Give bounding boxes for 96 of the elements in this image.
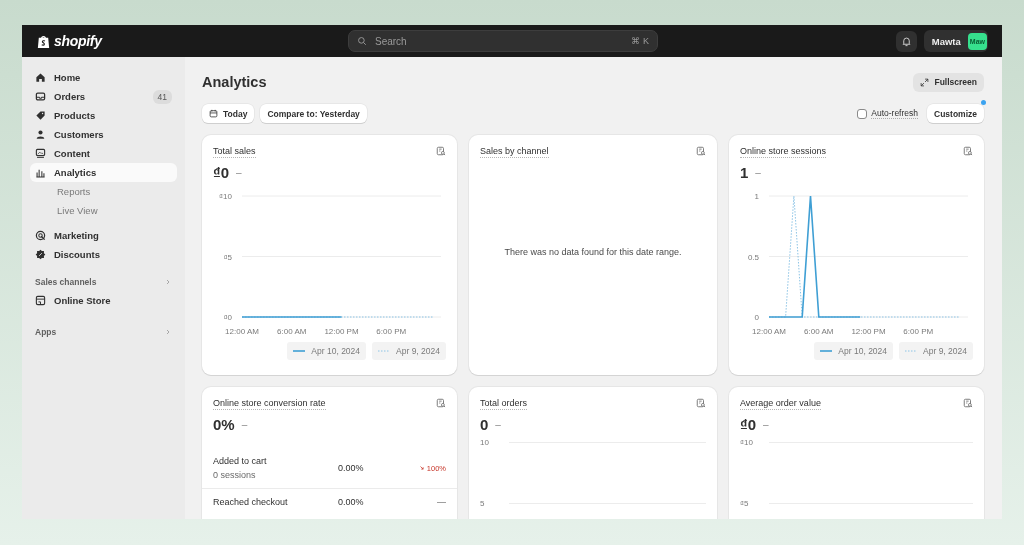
inbox-icon: [35, 91, 46, 102]
legend-item: Apr 9, 2024: [372, 342, 446, 360]
nav-item[interactable]: Discounts: [30, 245, 177, 264]
nav-item[interactable]: Customers: [30, 125, 177, 144]
nav-item[interactable]: Products: [30, 106, 177, 125]
axis-tick-label: 5: [480, 499, 486, 508]
report-search-icon: [436, 398, 446, 408]
metric-change: –: [241, 418, 248, 430]
line-icon: [293, 349, 306, 353]
home-icon: [35, 72, 46, 83]
report-search-icon: [963, 398, 973, 408]
report-search-icon: [963, 146, 973, 156]
axis-tick-label: ₫10: [219, 192, 232, 201]
axis-tick-label: 6:00 AM: [277, 327, 307, 336]
nav-item[interactable]: Marketing: [30, 226, 177, 245]
card-title: Sales by channel: [480, 146, 549, 158]
page-title: Analytics: [202, 74, 267, 90]
nav-item[interactable]: Analytics: [30, 163, 177, 182]
axis-tick-label: 12:00 PM: [324, 327, 359, 336]
discount-badge-icon: [35, 249, 46, 260]
keyboard-shortcut: ⌘ K: [631, 36, 649, 46]
legend-item: Apr 9, 2024: [899, 342, 973, 360]
metric-value: 0: [480, 415, 489, 433]
compare-button[interactable]: Compare to: Yesterday: [260, 104, 367, 123]
axis-tick-label: 6:00 PM: [903, 327, 934, 336]
line-icon: [820, 349, 833, 353]
nav-item[interactable]: Content: [30, 144, 177, 163]
metric-change: –: [495, 418, 501, 430]
trend-down-icon: [418, 465, 425, 471]
nav-item[interactable]: Online Store: [30, 291, 177, 310]
axis-tick-label: ₫0: [223, 313, 232, 322]
axis-tick-label: 12:00 AM: [752, 327, 786, 336]
metric-change: –: [763, 418, 769, 430]
legend-item: Apr 10, 2024: [287, 342, 367, 360]
axis-tick-label: 10: [480, 438, 490, 447]
nav-item[interactable]: Home: [30, 68, 177, 87]
card-title: Total sales: [213, 146, 256, 158]
empty-state-message: There was no data found for this date range.: [503, 246, 683, 259]
fullscreen-button[interactable]: Fullscreen: [913, 72, 984, 92]
axis-tick-label: 1: [754, 192, 759, 201]
card-title: Total orders: [480, 398, 528, 410]
date-range-button[interactable]: Today: [202, 104, 255, 123]
count-badge: 41: [152, 89, 172, 104]
search-input[interactable]: Search: [373, 34, 626, 48]
axis-tick-label: ₫5: [740, 499, 750, 508]
card-title: Online store sessions: [740, 146, 827, 158]
metric-value: 0%: [213, 415, 235, 433]
bell-icon: [900, 35, 912, 47]
image-icon: [35, 148, 46, 159]
chevron-right-icon: [164, 277, 172, 286]
axis-tick-label: 12:00 AM: [225, 327, 259, 336]
step-label: Added to cart: [213, 456, 268, 466]
axis-tick-label: ₫5: [223, 252, 232, 262]
notifications-button[interactable]: [895, 30, 917, 52]
step-label: Reached checkout: [213, 497, 289, 507]
axis-tick-label: ₫10: [740, 438, 754, 447]
step-rate: 0.00%: [338, 463, 365, 473]
card-title: Online store conversion rate: [213, 398, 326, 410]
metric-value: 1: [740, 163, 749, 181]
card-title: Average order value: [740, 398, 821, 410]
chevron-right-icon: [164, 327, 172, 336]
metric-change: –: [755, 166, 761, 178]
nav-item[interactable]: Orders 41: [30, 87, 177, 106]
step-sessions: 0 sessions: [213, 470, 257, 480]
expand-icon: [920, 77, 930, 87]
checkbox[interactable]: [857, 108, 868, 119]
brand-logo-text: shopify: [54, 33, 102, 49]
target-icon: [35, 230, 46, 241]
step-change: —: [436, 497, 446, 507]
user-name: Mawta: [931, 35, 961, 47]
report-search-icon: [696, 146, 706, 156]
section-header[interactable]: Sales channels: [30, 272, 177, 291]
metric-value: ₫0: [740, 415, 757, 433]
nav-subitem[interactable]: Reports: [30, 182, 177, 201]
axis-tick-label: 0: [754, 313, 759, 322]
metric-value: ₫0: [213, 163, 230, 181]
nav-subitem[interactable]: Live View: [30, 201, 177, 220]
report-search-icon: [436, 146, 446, 156]
auto-refresh-checkbox[interactable]: Auto-refresh: [857, 108, 918, 119]
person-icon: [35, 129, 46, 140]
section-header[interactable]: Apps: [30, 322, 177, 341]
bar-chart-icon: [35, 167, 46, 178]
storefront-icon: [35, 295, 46, 306]
step-rate: 0.00%: [338, 497, 365, 507]
search-field[interactable]: Search ⌘ K: [348, 30, 658, 52]
calendar-icon: [209, 109, 218, 118]
tag-icon: [35, 110, 46, 121]
report-search-icon: [696, 398, 706, 408]
metric-change: –: [236, 166, 242, 178]
legend-item: Apr 10, 2024: [814, 342, 894, 360]
shopping-bag-icon: [36, 33, 51, 49]
search-icon: [357, 36, 367, 46]
axis-tick-label: 0.5: [747, 252, 759, 262]
axis-tick-label: 12:00 PM: [851, 327, 886, 336]
axis-tick-label: 6:00 PM: [376, 327, 407, 336]
axis-tick-label: 6:00 AM: [804, 327, 834, 336]
